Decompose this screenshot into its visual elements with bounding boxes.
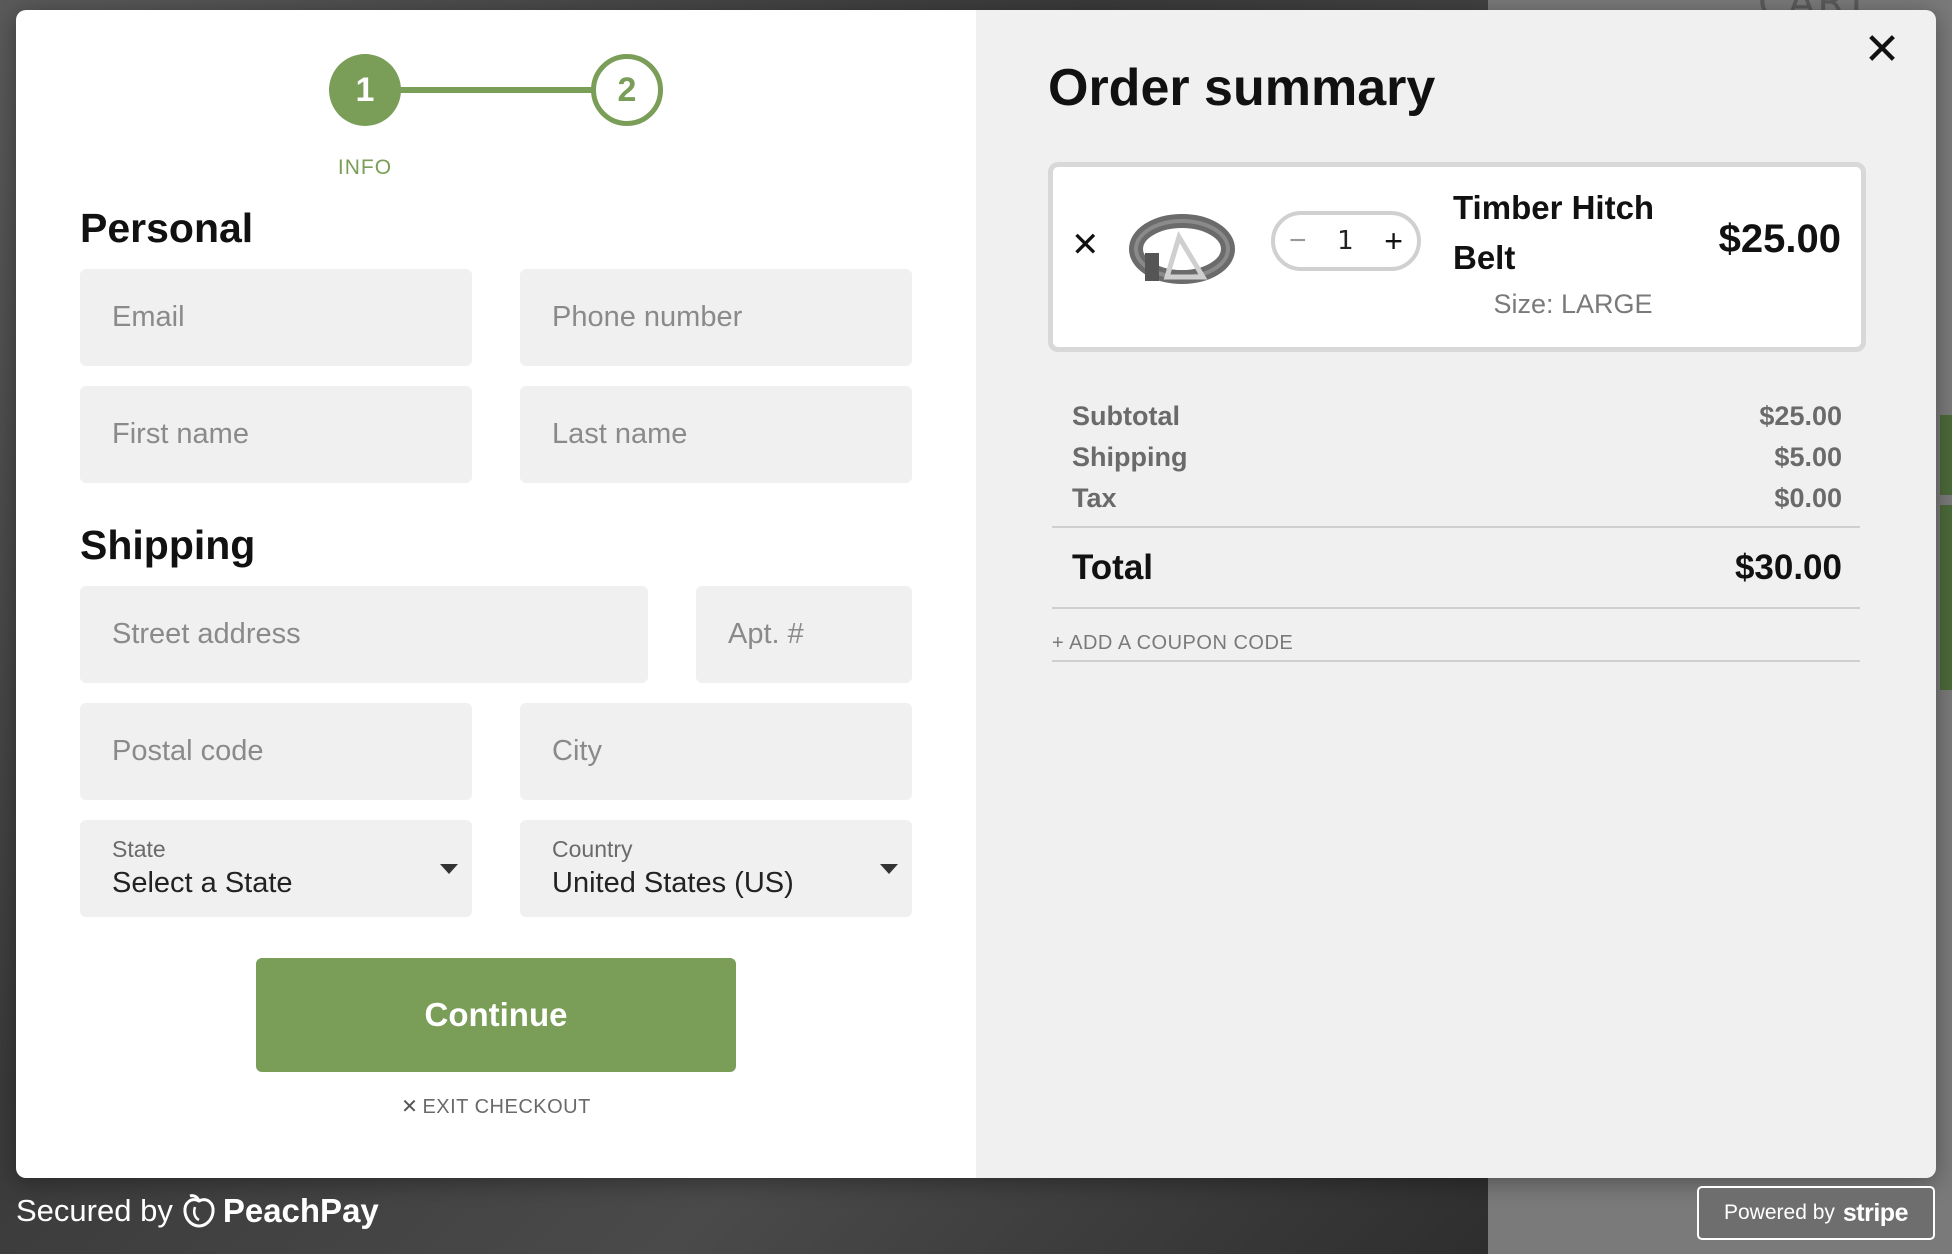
continue-button[interactable]: Continue (256, 958, 736, 1072)
background-accent-block (1940, 415, 1952, 495)
country-select-value: United States (US) (552, 867, 794, 899)
city-field[interactable] (520, 703, 912, 800)
background-accent-block (1940, 505, 1952, 690)
subtotal-label: Subtotal (1072, 401, 1180, 431)
divider (1052, 660, 1860, 662)
step-2-indicator[interactable]: 2 (591, 54, 663, 126)
product-size: Size: LARGE (1493, 289, 1653, 319)
tax-row: Tax $0.00 (1072, 478, 1842, 519)
exit-checkout-label: EXIT CHECKOUT (422, 1096, 591, 1118)
product-image (1127, 207, 1237, 297)
checkout-form-panel: 1 2 INFO Personal Shipping State Select … (16, 10, 976, 1178)
order-summary-title: Order summary (1048, 59, 1436, 117)
quantity-value: 1 (1337, 226, 1354, 256)
stripe-logo: stripe (1842, 1198, 1909, 1227)
subtotal-value: $25.00 (1759, 401, 1842, 431)
tax-value: $0.00 (1774, 483, 1842, 513)
divider (1052, 526, 1860, 528)
increase-quantity-button[interactable]: + (1384, 223, 1403, 260)
step-1-label: INFO (337, 156, 393, 179)
email-field[interactable] (80, 269, 472, 366)
quantity-stepper[interactable]: − 1 + (1271, 211, 1421, 271)
country-select[interactable]: Country United States (US) (520, 820, 912, 917)
order-summary-panel: ✕ Order summary ✕ − 1 + Timber Hitch Bel… (976, 10, 1936, 1178)
state-select-label: State (112, 836, 166, 862)
close-modal-button[interactable]: ✕ (1862, 28, 1902, 72)
secured-by-footer: Secured by PeachPay (16, 1192, 379, 1230)
personal-section-title: Personal (80, 205, 254, 251)
last-name-field[interactable] (520, 386, 912, 483)
postal-code-field[interactable] (80, 703, 472, 800)
peach-icon (183, 1194, 215, 1228)
state-select[interactable]: State Select a State (80, 820, 472, 917)
shipping-value: $5.00 (1774, 442, 1842, 472)
total-row: Total $30.00 (1072, 548, 1842, 588)
shipping-section-title: Shipping (80, 522, 256, 568)
first-name-field[interactable] (80, 386, 472, 483)
product-name: Timber Hitch Belt (1453, 189, 1655, 276)
secured-prefix: Secured by (16, 1193, 173, 1228)
phone-field[interactable] (520, 269, 912, 366)
country-select-label: Country (552, 836, 633, 862)
subtotal-row: Subtotal $25.00 (1072, 396, 1842, 437)
powered-by-stripe-badge[interactable]: Powered by stripe (1697, 1186, 1935, 1240)
caret-down-icon (880, 864, 898, 874)
decrease-quantity-button[interactable]: − (1289, 224, 1307, 258)
powered-by-prefix: Powered by (1724, 1201, 1835, 1224)
apartment-field[interactable] (696, 586, 912, 683)
add-coupon-link[interactable]: + ADD A COUPON CODE (1052, 632, 1293, 655)
checkout-modal: 1 2 INFO Personal Shipping State Select … (16, 10, 1936, 1178)
checkout-stepper: 1 2 INFO (329, 54, 679, 180)
cart-item: ✕ − 1 + Timber Hitch Belt Size: LARGE $2… (1048, 162, 1866, 352)
divider (1052, 607, 1860, 609)
order-totals: Subtotal $25.00 Shipping $5.00 Tax $0.00 (1072, 396, 1842, 519)
total-label: Total (1072, 548, 1154, 587)
stepper-connector (399, 87, 595, 93)
close-icon: ✕ (401, 1096, 419, 1118)
exit-checkout-link[interactable]: ✕ EXIT CHECKOUT (16, 1094, 976, 1119)
tax-label: Tax (1072, 483, 1117, 513)
product-price: $25.00 (1718, 217, 1841, 261)
caret-down-icon (440, 864, 458, 874)
step-1-indicator[interactable]: 1 (329, 54, 401, 126)
shipping-row: Shipping $5.00 (1072, 437, 1842, 478)
remove-item-button[interactable]: ✕ (1071, 225, 1100, 265)
peachpay-logo[interactable]: PeachPay (181, 1192, 379, 1230)
state-select-value: Select a State (112, 867, 293, 899)
total-value: $30.00 (1734, 548, 1842, 587)
peachpay-brand-name: PeachPay (222, 1192, 379, 1229)
street-address-field[interactable] (80, 586, 648, 683)
shipping-label: Shipping (1072, 442, 1188, 472)
